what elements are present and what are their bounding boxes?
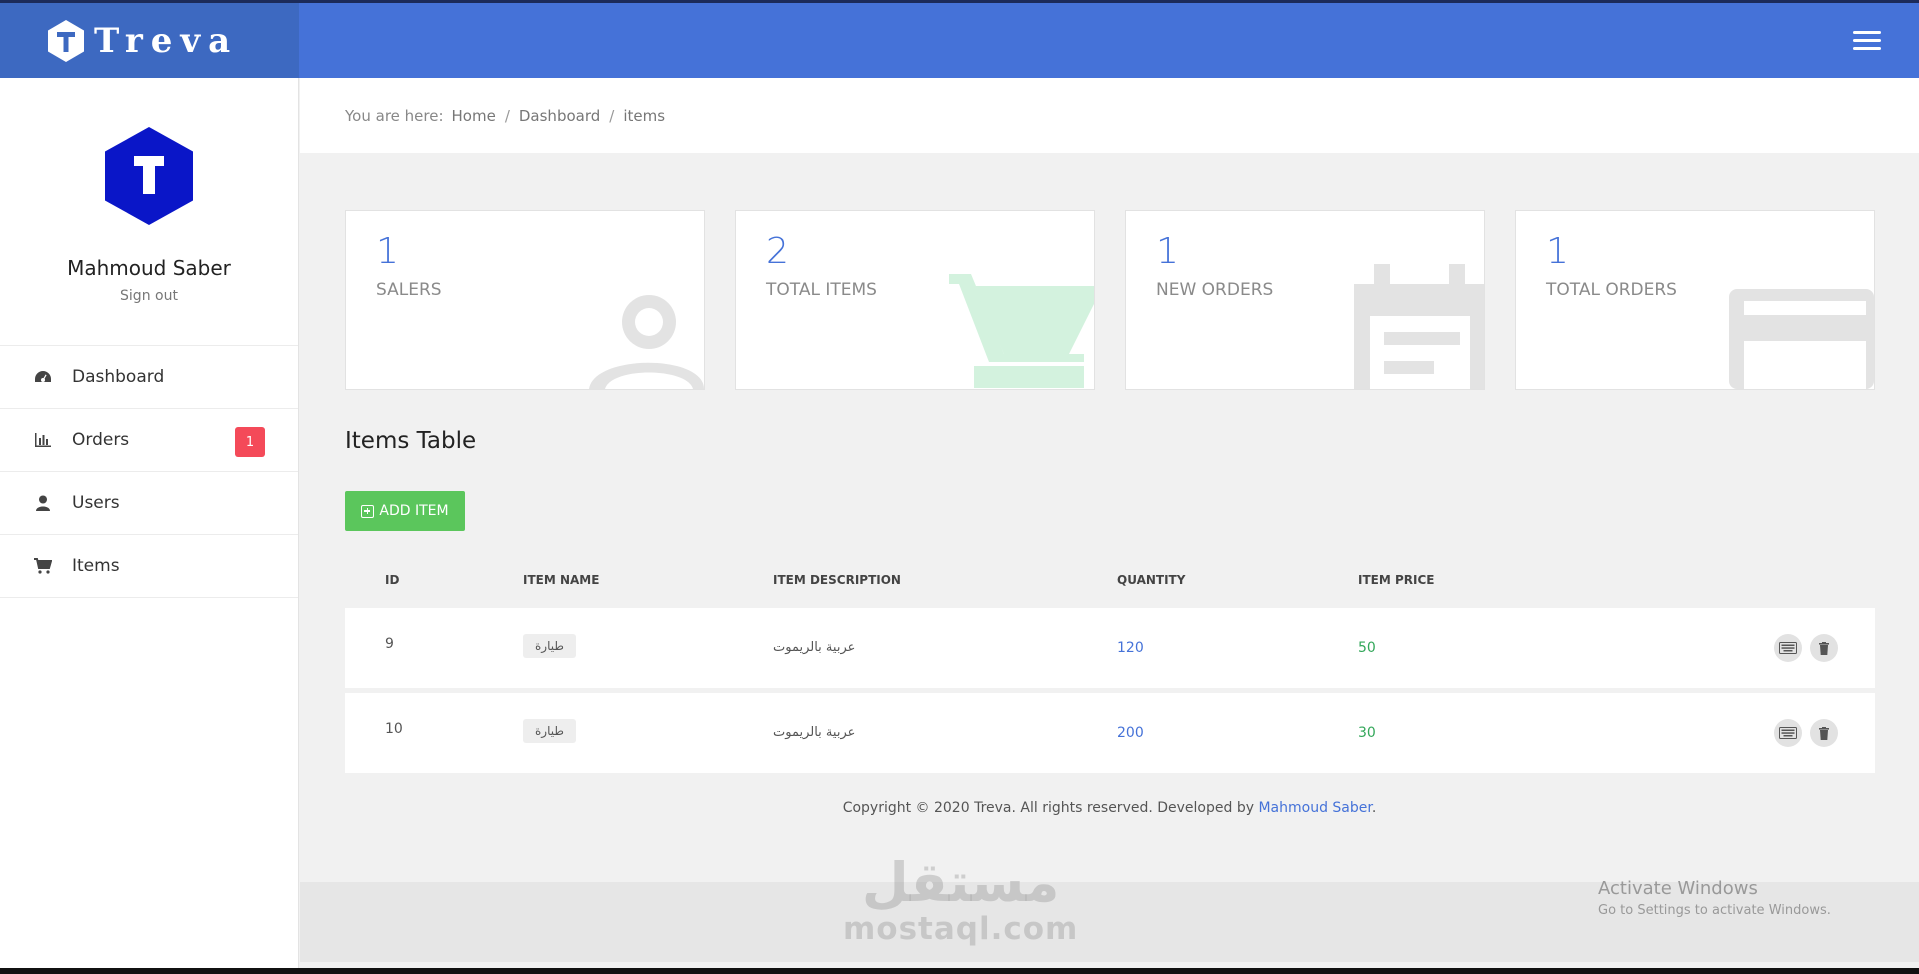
watermark-latin: mostaql.com bbox=[843, 911, 1079, 947]
breadcrumb-separator: / bbox=[504, 106, 510, 125]
cart-icon bbox=[34, 557, 52, 575]
cart-icon bbox=[949, 274, 1094, 388]
cell-id: 9 bbox=[385, 636, 394, 652]
brand-name: Treva bbox=[94, 20, 239, 61]
add-item-button[interactable]: ADD ITEM bbox=[345, 491, 465, 531]
table-header: ID ITEM NAME ITEM DESCRIPTION QUANTITY I… bbox=[345, 573, 1875, 603]
edit-keyboard-icon[interactable] bbox=[1774, 634, 1802, 662]
plus-square-icon bbox=[361, 504, 375, 518]
stats-row: 1 SALERS 2 TOTAL ITEMS 1 NEW ORDERS 1 TO… bbox=[345, 210, 1875, 390]
cell-item-price: 50 bbox=[1358, 640, 1376, 656]
copyright-text: Copyright © 2020 Treva. All rights reser… bbox=[842, 800, 1259, 816]
avatar bbox=[105, 127, 193, 225]
window-top-border bbox=[0, 0, 1919, 3]
breadcrumb-dashboard[interactable]: Dashboard bbox=[519, 107, 600, 125]
copyright-suffix: . bbox=[1371, 800, 1377, 816]
window-bottom-border bbox=[0, 968, 1919, 974]
treva-logo-icon bbox=[48, 19, 84, 62]
watermark-arabic: مستقل bbox=[861, 851, 1060, 914]
stat-value: 2 bbox=[766, 231, 789, 272]
edit-keyboard-icon[interactable] bbox=[1774, 719, 1802, 747]
stat-card-salers: 1 SALERS bbox=[345, 210, 705, 390]
user-profile: Mahmoud Saber Sign out bbox=[0, 78, 298, 346]
column-header-id: ID bbox=[385, 573, 400, 587]
activate-windows-title: Activate Windows bbox=[1598, 878, 1758, 899]
footer-copyright: Copyright © 2020 Treva. All rights reser… bbox=[300, 800, 1919, 816]
sidebar-item-dashboard[interactable]: Dashboard bbox=[0, 346, 298, 409]
stat-label: SALERS bbox=[376, 280, 442, 300]
calendar-icon bbox=[1354, 264, 1484, 389]
sidebar: Mahmoud Saber Sign out Dashboard Orders … bbox=[0, 78, 299, 968]
credit-card-icon bbox=[1729, 289, 1874, 389]
cell-quantity: 120 bbox=[1117, 640, 1144, 656]
delete-trash-icon[interactable] bbox=[1810, 634, 1838, 662]
items-table-title: Items Table bbox=[345, 428, 477, 454]
sign-out-link[interactable]: Sign out bbox=[120, 288, 178, 304]
stat-label: TOTAL ITEMS bbox=[766, 280, 877, 300]
user-icon bbox=[34, 494, 52, 512]
cell-item-description: عربية بالريموت bbox=[773, 725, 856, 740]
stat-card-total-orders: 1 TOTAL ORDERS bbox=[1515, 210, 1875, 390]
sidebar-item-label: Users bbox=[72, 493, 120, 513]
column-header-item-price: ITEM PRICE bbox=[1358, 573, 1435, 587]
breadcrumb-separator: / bbox=[609, 106, 615, 125]
column-header-item-description: ITEM DESCRIPTION bbox=[773, 573, 901, 587]
cell-id: 10 bbox=[385, 721, 403, 737]
user-icon bbox=[589, 295, 704, 389]
stat-value: 1 bbox=[1156, 231, 1179, 272]
bar-chart-icon bbox=[34, 431, 52, 449]
main-content: You are here: Home / Dashboard / items 1… bbox=[300, 78, 1919, 968]
cell-quantity: 200 bbox=[1117, 725, 1144, 741]
activate-windows-subtitle: Go to Settings to activate Windows. bbox=[1598, 903, 1831, 918]
column-header-item-name: ITEM NAME bbox=[523, 573, 600, 587]
table-row: 9 طيارة عربية بالريموت 120 50 bbox=[345, 608, 1875, 688]
cell-item-description: عربية بالريموت bbox=[773, 640, 856, 655]
brand-logo-area[interactable]: Treva bbox=[0, 3, 299, 78]
column-header-quantity: QUANTITY bbox=[1117, 573, 1186, 587]
sidebar-item-items[interactable]: Items bbox=[0, 535, 298, 598]
cell-item-name: طيارة bbox=[523, 719, 576, 743]
stat-card-total-items: 2 TOTAL ITEMS bbox=[735, 210, 1095, 390]
sidebar-item-label: Dashboard bbox=[72, 367, 165, 387]
stat-label: TOTAL ORDERS bbox=[1546, 280, 1677, 300]
breadcrumb: You are here: Home / Dashboard / items bbox=[300, 78, 1919, 153]
cell-item-price: 30 bbox=[1358, 725, 1376, 741]
user-name: Mahmoud Saber bbox=[67, 256, 231, 280]
stat-label: NEW ORDERS bbox=[1156, 280, 1274, 300]
activate-windows-notice: Activate Windows Go to Settings to activ… bbox=[1598, 878, 1831, 918]
add-item-label: ADD ITEM bbox=[379, 503, 449, 519]
stat-value: 1 bbox=[376, 231, 399, 272]
breadcrumb-lead: You are here: bbox=[345, 106, 444, 125]
top-navbar bbox=[299, 3, 1919, 78]
stat-card-new-orders: 1 NEW ORDERS bbox=[1125, 210, 1485, 390]
sidebar-item-label: Items bbox=[72, 556, 120, 576]
dashboard-icon bbox=[34, 368, 52, 386]
menu-toggle-icon[interactable] bbox=[1853, 31, 1881, 51]
mostaql-watermark: مستقل mostaql.com bbox=[843, 851, 1079, 947]
cell-item-name: طيارة bbox=[523, 634, 576, 658]
stat-value: 1 bbox=[1546, 231, 1569, 272]
breadcrumb-items: items bbox=[623, 106, 666, 125]
table-row: 10 طيارة عربية بالريموت 200 30 bbox=[345, 693, 1875, 773]
sidebar-item-users[interactable]: Users bbox=[0, 472, 298, 535]
sidebar-item-orders[interactable]: Orders 1 bbox=[0, 409, 298, 472]
breadcrumb-home[interactable]: Home bbox=[452, 107, 496, 125]
orders-count-badge: 1 bbox=[235, 427, 265, 457]
delete-trash-icon[interactable] bbox=[1810, 719, 1838, 747]
developer-link[interactable]: Mahmoud Saber bbox=[1258, 800, 1371, 816]
sidebar-item-label: Orders bbox=[72, 430, 130, 450]
